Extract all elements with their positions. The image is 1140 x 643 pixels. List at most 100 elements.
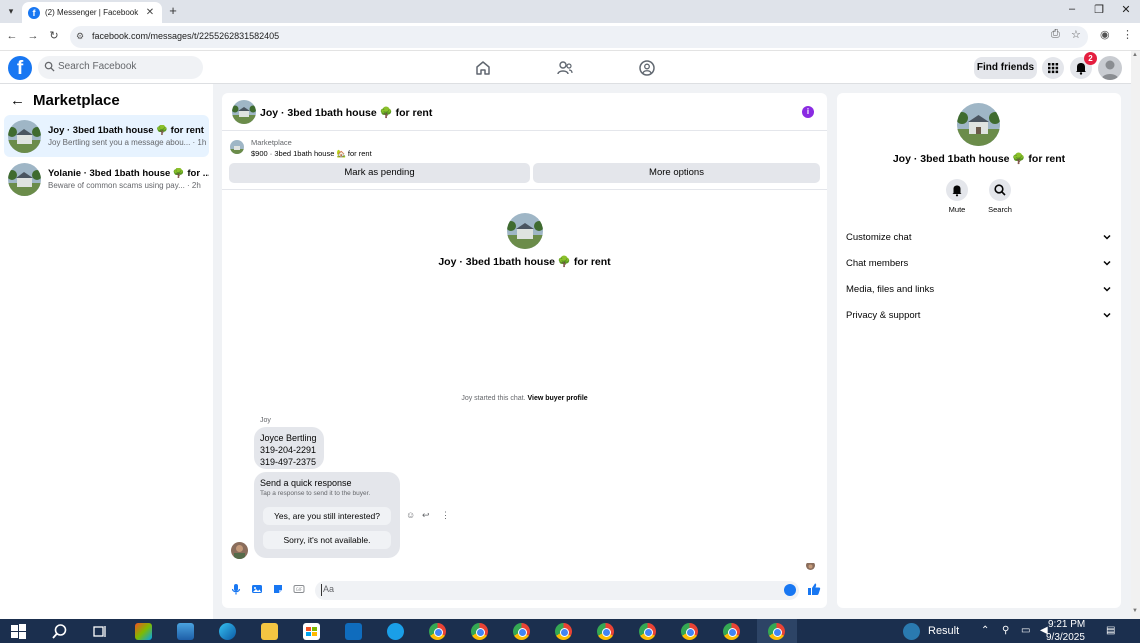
sender-avatar[interactable] (231, 542, 248, 559)
chrome-profile-icon[interactable] (513, 623, 530, 640)
find-friends-button[interactable]: Find friends (974, 57, 1037, 79)
privacy-support-row[interactable]: Privacy & support (846, 308, 1114, 324)
outlook-icon[interactable] (345, 623, 362, 640)
quick-reply-still-interested[interactable]: Yes, are you still interested? (263, 507, 391, 525)
forward-arrow-icon[interactable]: → (26, 29, 40, 43)
url-text[interactable]: facebook.com/messages/t/2255262831582405 (92, 31, 279, 41)
chrome-profile-icon[interactable] (555, 623, 572, 640)
back-arrow-icon[interactable]: ← (5, 29, 19, 43)
chat-avatar[interactable] (232, 100, 256, 124)
new-tab-button[interactable]: + (166, 3, 180, 19)
photo-icon[interactable] (251, 583, 263, 595)
account-avatar[interactable] (1098, 56, 1122, 80)
notifications-center-icon[interactable]: ▤ (1106, 625, 1115, 636)
more-actions-icon[interactable]: ⋮ (441, 510, 450, 521)
reload-icon[interactable]: ↻ (47, 29, 61, 43)
profile-icon[interactable]: ◉ (1100, 28, 1110, 41)
chrome-profile-icon[interactable] (681, 623, 698, 640)
facebook-logo[interactable]: f (8, 56, 32, 80)
address-bar[interactable]: ⚙ facebook.com/messages/t/22552628315824… (70, 26, 1088, 48)
scroll-down-icon[interactable]: ▼ (1132, 608, 1138, 614)
home-icon[interactable] (474, 59, 492, 77)
quick-reply-not-available[interactable]: Sorry, it's not available. (263, 531, 391, 549)
search-in-chat-button[interactable]: Search (980, 179, 1020, 214)
text-cursor (321, 584, 322, 596)
app-icon[interactable] (387, 623, 404, 640)
app-icon[interactable] (177, 623, 194, 640)
maximize-button[interactable]: ❐ (1091, 3, 1107, 16)
chevron-down-icon (1103, 260, 1111, 266)
close-tab-icon[interactable]: ✕ (144, 7, 156, 18)
chat-header: Joy · 3bed 1bath house 🌳 for rent i (222, 93, 827, 131)
conversation-yolanie[interactable]: Yolanie · 3bed 1bath house 🌳 for ... Bew… (4, 158, 209, 200)
bookmark-star-icon[interactable]: ☆ (1071, 28, 1081, 41)
network-icon[interactable]: ▭ (1021, 625, 1030, 636)
page-scrollbar[interactable]: ▲ ▼ (1131, 51, 1140, 619)
install-app-icon[interactable]: ⎙ (1051, 28, 1060, 41)
more-options-button[interactable]: More options (533, 163, 820, 183)
conversation-name: Joy · 3bed 1bath house 🌳 for rent (48, 125, 204, 136)
media-files-links-row[interactable]: Media, files and links (846, 282, 1114, 298)
browser-tab-messenger[interactable]: f (2) Messenger | Facebook ✕ (22, 2, 162, 23)
site-info-icon[interactable]: ⚙ (76, 31, 84, 42)
reply-icon[interactable]: ↩ (422, 510, 430, 521)
copilot-icon[interactable] (135, 623, 152, 640)
chat-members-row[interactable]: Chat members (846, 256, 1114, 272)
listing-detail: $900 · 3bed 1bath house 🏡 for rent (251, 149, 372, 158)
windows-start-icon[interactable] (10, 623, 27, 640)
tray-app-icon[interactable]: ⚲ (1002, 625, 1009, 636)
tray-chevron-icon[interactable]: ⌃ (981, 625, 989, 636)
message-line: 319-497-2375 (260, 457, 317, 467)
clock-date[interactable]: 9/3/2025 (1046, 632, 1085, 643)
taskbar-search-icon[interactable] (51, 623, 68, 640)
message-bubble[interactable]: Joyce Bertling 319-204-2291 319-497-2375 (254, 427, 324, 469)
search-placeholder: Search Facebook (58, 61, 137, 72)
chat-title[interactable]: Joy · 3bed 1bath house 🌳 for rent (260, 106, 432, 119)
sticker-icon[interactable] (272, 583, 284, 595)
result-app-icon[interactable] (903, 623, 920, 640)
menu-grid-button[interactable] (1042, 57, 1064, 79)
task-view-icon[interactable] (92, 623, 109, 640)
chrome-profile-icon[interactable] (639, 623, 656, 640)
grid-icon (1048, 63, 1059, 74)
chevron-down-icon (1103, 312, 1111, 318)
view-buyer-profile-link[interactable]: View buyer profile (527, 395, 587, 402)
message-line: 319-204-2291 (260, 445, 317, 455)
tab-search-chevron-icon[interactable]: ▾ (4, 4, 18, 18)
react-emoji-icon[interactable]: ☺ (406, 510, 415, 520)
microsoft-store-icon[interactable] (303, 623, 320, 640)
back-arrow-icon[interactable]: ← (10, 92, 25, 109)
details-avatar (957, 103, 1000, 146)
chrome-icon[interactable] (429, 623, 446, 640)
search-label: Search (988, 205, 1012, 214)
conversation-joy[interactable]: Joy · 3bed 1bath house 🌳 for rent Joy Be… (4, 115, 209, 157)
chrome-profile-icon[interactable] (723, 623, 740, 640)
groups-icon[interactable] (638, 59, 656, 77)
microphone-icon[interactable] (230, 583, 242, 595)
chrome-profile-icon[interactable] (471, 623, 488, 640)
message-input[interactable]: Aa (315, 581, 799, 600)
gif-icon[interactable]: GIF (293, 583, 305, 595)
facebook-header: f Search Facebook Find friends 2 (0, 51, 1131, 84)
quick-response-subtitle: Tap a response to send it to the buyer. (260, 490, 371, 497)
sender-name: Joy (260, 417, 271, 424)
quick-response-card: Send a quick response Tap a response to … (254, 472, 400, 558)
emoji-icon[interactable] (784, 584, 796, 596)
mark-as-pending-button[interactable]: Mark as pending (229, 163, 530, 183)
friends-icon[interactable] (556, 59, 574, 77)
customize-chat-row[interactable]: Customize chat (846, 230, 1114, 246)
thumbs-up-icon[interactable] (807, 582, 821, 596)
result-label[interactable]: Result (928, 625, 959, 637)
scroll-up-icon[interactable]: ▲ (1132, 52, 1138, 58)
search-facebook-input[interactable]: Search Facebook (38, 56, 203, 79)
file-explorer-icon[interactable] (261, 623, 278, 640)
chrome-profile-icon[interactable] (768, 623, 785, 640)
close-window-button[interactable]: ✕ (1118, 3, 1134, 16)
edge-icon[interactable] (219, 623, 236, 640)
browser-menu-icon[interactable]: ⋮ (1122, 28, 1133, 41)
clock-time[interactable]: 9:21 PM (1048, 619, 1085, 630)
minimize-button[interactable]: – (1064, 3, 1080, 15)
chrome-profile-icon[interactable] (597, 623, 614, 640)
mute-button[interactable]: Mute (937, 179, 977, 214)
info-icon[interactable]: i (802, 106, 814, 118)
